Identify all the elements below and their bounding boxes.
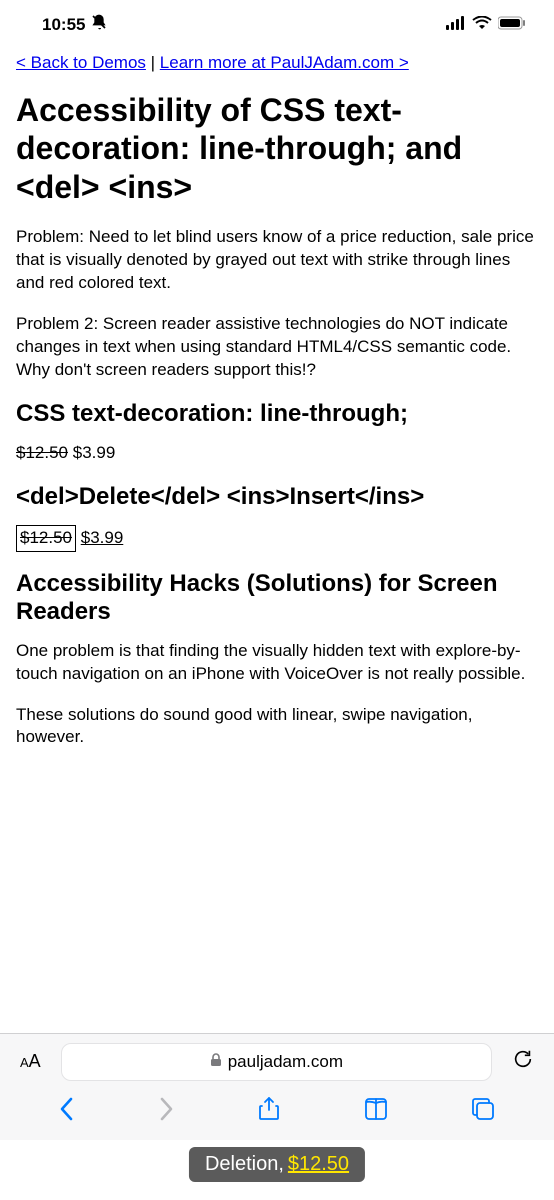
back-to-demos-link[interactable]: < Back to Demos: [16, 53, 146, 72]
old-price-2-selected[interactable]: $12.50: [16, 525, 76, 552]
status-left: 10:55: [42, 14, 107, 35]
page-title: Accessibility of CSS text-decoration: li…: [16, 91, 538, 206]
share-button[interactable]: [248, 1092, 290, 1131]
hacks-p1: One problem is that finding the visually…: [16, 640, 538, 686]
hacks-p2: These solutions do sound good with linea…: [16, 704, 538, 750]
bell-off-icon: [91, 14, 107, 35]
status-bar: 10:55: [0, 0, 554, 43]
new-price-2: $3.99: [81, 528, 124, 547]
separator: |: [146, 53, 160, 72]
text-size-button[interactable]: AA: [10, 1045, 51, 1078]
wifi-icon: [472, 15, 492, 35]
browser-chrome: AA pauljadam.com: [0, 1033, 554, 1140]
bookmarks-button[interactable]: [355, 1092, 397, 1131]
breadcrumb: < Back to Demos | Learn more at PaulJAda…: [16, 53, 538, 73]
section-del-ins: <del>Delete</del> <ins>Insert</ins>: [16, 483, 538, 511]
browser-toolbar: [10, 1081, 544, 1132]
learn-more-link[interactable]: Learn more at PaulJAdam.com >: [160, 53, 409, 72]
back-button[interactable]: [50, 1091, 84, 1132]
status-time: 10:55: [42, 15, 85, 35]
url-domain: pauljadam.com: [228, 1052, 343, 1072]
section-css-line-through: CSS text-decoration: line-through;: [16, 400, 538, 428]
lock-icon: [210, 1052, 222, 1072]
page-content: < Back to Demos | Learn more at PaulJAda…: [0, 43, 554, 1043]
caption-prefix: Deletion,: [205, 1153, 284, 1176]
address-bar[interactable]: pauljadam.com: [61, 1043, 492, 1081]
url-row: AA pauljadam.com: [10, 1042, 544, 1081]
forward-button[interactable]: [149, 1091, 183, 1132]
new-price-1: $3.99: [73, 443, 116, 462]
battery-icon: [498, 15, 526, 35]
tabs-button[interactable]: [462, 1092, 504, 1131]
signal-icon: [446, 15, 466, 35]
voiceover-caption: Deletion, $12.50: [189, 1147, 365, 1182]
problem-1-text: Problem: Need to let blind users know of…: [16, 226, 538, 295]
refresh-button[interactable]: [502, 1042, 544, 1081]
caption-value: $12.50: [288, 1153, 349, 1176]
price-row-1: $12.50 $3.99: [16, 442, 538, 465]
status-right: [446, 15, 526, 35]
section-accessibility-hacks: Accessibility Hacks (Solutions) for Scre…: [16, 570, 538, 626]
price-row-2: $12.50 $3.99: [16, 525, 538, 552]
problem-2-text: Problem 2: Screen reader assistive techn…: [16, 313, 538, 382]
old-price-1: $12.50: [16, 443, 68, 462]
